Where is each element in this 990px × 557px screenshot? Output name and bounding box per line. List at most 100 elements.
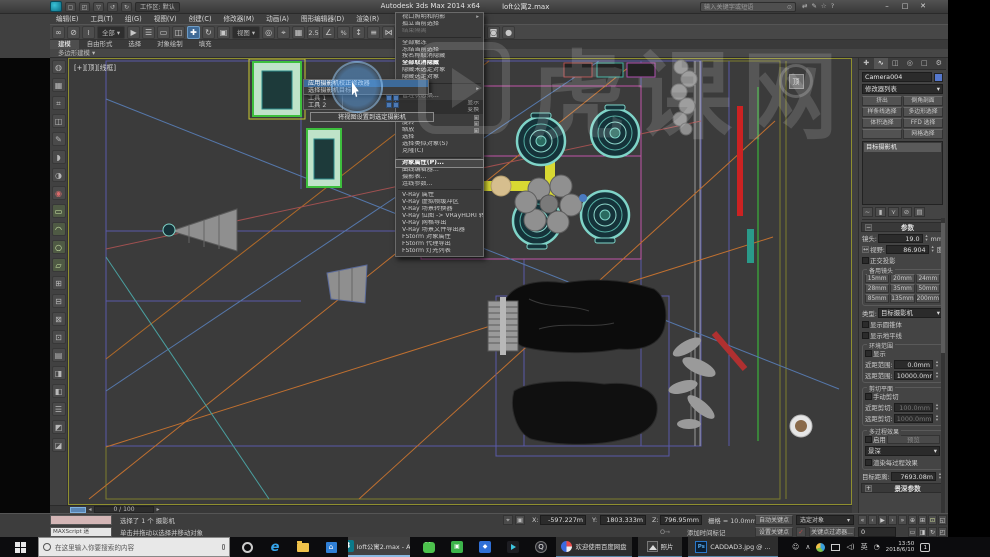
menu-item[interactable]: 修改器(M) bbox=[218, 14, 261, 24]
tab-motion[interactable]: ◎ bbox=[903, 58, 918, 69]
fov-spinner[interactable]: ▴ ▾ bbox=[930, 246, 936, 253]
near-clip-input[interactable]: 100.0mm bbox=[893, 403, 933, 412]
make-unique-icon[interactable]: ⋎ bbox=[888, 207, 899, 217]
sync-icon[interactable]: ◔ bbox=[874, 543, 880, 551]
blue-app-button[interactable]: ◆ bbox=[472, 537, 498, 557]
modifier-button[interactable]: 样条线选择 bbox=[862, 107, 902, 117]
enable-checkbox[interactable] bbox=[865, 436, 872, 443]
far-range-input[interactable]: 10000.0mm bbox=[893, 371, 933, 380]
help-icon[interactable]: ? bbox=[831, 2, 834, 10]
window-crossing-icon[interactable]: ◫ bbox=[172, 25, 186, 39]
configure-modifier-sets-icon[interactable]: ▤ bbox=[914, 207, 925, 217]
context-menu-item[interactable] bbox=[398, 35, 481, 38]
left-toolbar-icon[interactable]: ▭ bbox=[51, 204, 66, 218]
minimize-button[interactable]: – bbox=[878, 0, 896, 13]
context-menu-item[interactable] bbox=[398, 155, 481, 158]
left-toolbar-icon[interactable]: ▦ bbox=[51, 78, 66, 92]
expand-icon[interactable]: + bbox=[865, 484, 872, 492]
display-icon[interactable] bbox=[831, 543, 841, 551]
context-menu-item[interactable]: 冻结当前选择 bbox=[396, 47, 483, 54]
maximize-viewport-icon[interactable]: ◰ bbox=[938, 527, 947, 537]
lens-spinner[interactable]: ▴ ▾ bbox=[924, 235, 930, 242]
rendered-frame-icon[interactable]: ◙ bbox=[487, 25, 501, 39]
context-menu-item[interactable]: 克隆(C) bbox=[396, 148, 483, 155]
new-file-icon[interactable]: ▢ bbox=[65, 1, 76, 12]
selection-filter-dropdown[interactable]: 全部 ▾ bbox=[97, 25, 126, 39]
player-app-button[interactable] bbox=[500, 537, 526, 557]
exchange-icon[interactable]: ⇄ bbox=[802, 2, 807, 10]
show-cone-checkbox[interactable] bbox=[862, 321, 869, 328]
viewcube[interactable]: 顶 bbox=[779, 64, 813, 98]
modifier-button[interactable]: 倒角剖面 bbox=[903, 96, 943, 106]
store-button[interactable]: ⌂ bbox=[318, 537, 344, 557]
photos-button[interactable]: 照片 bbox=[638, 537, 682, 557]
modifier-list-dropdown[interactable]: 修改器列表 ▾ bbox=[862, 84, 943, 94]
green-app-button[interactable]: ▣ bbox=[444, 537, 470, 557]
use-pivot-point-icon[interactable]: ◎ bbox=[262, 25, 276, 39]
context-menu-item[interactable]: 选择 bbox=[396, 134, 483, 141]
language-indicator[interactable]: 英 bbox=[861, 542, 868, 552]
modifier-button[interactable] bbox=[862, 129, 902, 139]
viewport-label[interactable]: [+][顶][线框] bbox=[74, 62, 116, 72]
selection-set-dropdown[interactable]: 选定对象 ▾ bbox=[796, 515, 854, 525]
bind-to-spacewarp-icon[interactable]: ≀ bbox=[82, 25, 95, 39]
undo-icon[interactable]: ↺ bbox=[107, 1, 118, 12]
scrollbar-thumb[interactable] bbox=[941, 223, 945, 353]
object-name-input[interactable]: Camera004 bbox=[862, 72, 932, 82]
context-menu-item[interactable]: 全部解冻 bbox=[396, 40, 483, 47]
pin-stack-icon[interactable]: ~ bbox=[862, 207, 873, 217]
env-show-checkbox[interactable] bbox=[865, 350, 872, 357]
context-menu-item[interactable]: V-Ray 位图 -> VRayHDRI 转换器 bbox=[396, 213, 483, 220]
modifier-button[interactable]: 挤出 bbox=[862, 96, 902, 106]
zoom-region-icon[interactable]: ◱ bbox=[938, 515, 947, 525]
stock-lens-button[interactable]: 50mm bbox=[915, 284, 940, 293]
go-to-start-button[interactable]: « bbox=[858, 515, 867, 525]
quark-app-button[interactable]: Q bbox=[528, 537, 554, 557]
context-menu-item[interactable]: 缩放 ▪ bbox=[396, 127, 483, 134]
fov-input[interactable]: 86.904 bbox=[885, 245, 929, 254]
far-clip-spinner[interactable]: ▴ ▾ bbox=[934, 415, 940, 422]
maxscript-listener-pink[interactable] bbox=[50, 515, 112, 525]
ribbon-tab[interactable]: 选择 bbox=[120, 40, 149, 49]
context-menu-item[interactable]: FStorm 灯光列表 bbox=[396, 248, 483, 255]
fov-direction-icon[interactable]: ↔ bbox=[862, 246, 869, 253]
panel-scrollbar[interactable] bbox=[941, 218, 945, 513]
near-range-spinner[interactable]: ▴ ▾ bbox=[934, 361, 940, 368]
ribbon-tab[interactable]: 建模 bbox=[50, 40, 79, 49]
menu-item[interactable]: 创建(C) bbox=[183, 14, 218, 24]
3dsmax-task-button[interactable]: 3 loft公寓2.max - A... bbox=[348, 537, 410, 557]
context-menu-item[interactable]: FStorm 代理导出 bbox=[396, 241, 483, 248]
named-selection-icon[interactable]: ≡ bbox=[367, 25, 381, 39]
left-toolbar-icon[interactable]: ▱ bbox=[51, 258, 66, 272]
select-and-link-icon[interactable]: ∞ bbox=[52, 25, 65, 39]
auto-key-button[interactable]: 自动关键点 bbox=[755, 515, 793, 525]
clock[interactable]: 13:50 2018/6/10 bbox=[886, 541, 915, 554]
context-menu-item[interactable]: 显示 bbox=[396, 99, 483, 107]
collapse-icon[interactable]: − bbox=[865, 223, 872, 231]
pan-icon[interactable]: ◨ bbox=[918, 527, 927, 537]
left-toolbar-icon[interactable]: ⌗ bbox=[51, 96, 66, 110]
select-and-move-icon[interactable]: ✚ bbox=[187, 25, 201, 39]
modifier-button[interactable]: 多边形选择 bbox=[903, 107, 943, 117]
start-button[interactable] bbox=[6, 537, 34, 557]
left-toolbar-icon[interactable]: ◫ bbox=[51, 114, 66, 128]
stock-lens-button[interactable]: 28mm bbox=[865, 284, 890, 293]
zoom-icon[interactable]: ⊕ bbox=[908, 515, 917, 525]
context-menu-item[interactable]: 结束隔离 bbox=[396, 28, 483, 35]
edge-button[interactable]: e bbox=[262, 537, 288, 557]
modifier-button[interactable]: 网格选择 bbox=[903, 129, 943, 139]
select-and-scale-icon[interactable]: ▣ bbox=[217, 25, 231, 39]
time-next-icon[interactable]: ▸ bbox=[154, 506, 162, 513]
stock-lens-button[interactable]: 15mm bbox=[865, 274, 890, 283]
close-button[interactable]: ✕ bbox=[914, 0, 932, 13]
stock-lens-button[interactable]: 135mm bbox=[890, 294, 915, 303]
keyboard-override-icon[interactable]: ▦ bbox=[292, 25, 306, 39]
left-toolbar-icon[interactable]: ⊞ bbox=[51, 276, 66, 290]
stack-item[interactable]: 目标摄影机 bbox=[864, 143, 941, 152]
people-icon[interactable]: ☺ bbox=[792, 543, 799, 551]
left-toolbar-icon[interactable]: ◍ bbox=[51, 60, 66, 74]
x-coordinate-input[interactable]: -597.227m bbox=[540, 515, 586, 525]
z-coordinate-input[interactable]: 796.95mm bbox=[660, 515, 702, 525]
near-clip-spinner[interactable]: ▴ ▾ bbox=[934, 404, 940, 411]
context-menu-item[interactable]: 隐藏未选定对象 bbox=[396, 67, 483, 74]
